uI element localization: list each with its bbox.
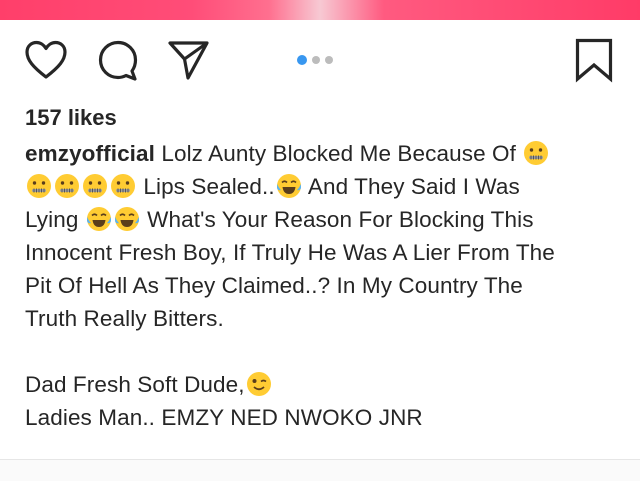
username-link[interactable]: emzyofficial (25, 141, 155, 166)
zipper-mouth-face-emoji (54, 173, 80, 199)
caption-text: And They Said I Was (302, 174, 520, 199)
heart-icon[interactable] (22, 36, 70, 84)
zipper-mouth-face-emoji (523, 140, 549, 166)
action-bar (0, 36, 640, 86)
caption-text: Ladies Man.. EMZY NED NWOKO JNR (25, 405, 423, 430)
caption-text: Lying (25, 207, 85, 232)
caption-text: Pit Of Hell As They Claimed..? In My Cou… (25, 273, 523, 298)
post-footer-divider (0, 459, 640, 481)
post-caption: emzyofficial Lolz Aunty Blocked Me Becau… (25, 137, 625, 434)
caption-text: Lips Sealed.. (137, 174, 275, 199)
zipper-mouth-face-emoji (26, 173, 52, 199)
post-photo[interactable] (0, 0, 640, 20)
caption-text: Truth Really Bitters. (25, 306, 224, 331)
tears-of-joy-emoji (114, 206, 140, 232)
bookmark-icon[interactable] (570, 36, 618, 84)
zipper-mouth-face-emoji (82, 173, 108, 199)
carousel-dot (312, 56, 320, 64)
caption-text: Lolz Aunty Blocked Me Because Of (155, 141, 523, 166)
tears-of-joy-emoji (86, 206, 112, 232)
likes-count[interactable]: 157 likes (25, 105, 117, 131)
instagram-post: 157 likes emzyofficial Lolz Aunty Blocke… (0, 0, 640, 481)
caption-text: Dad Fresh Soft Dude, (25, 372, 245, 397)
caption-text: What's Your Reason For Blocking This (140, 207, 534, 232)
carousel-dot (297, 55, 307, 65)
zipper-mouth-face-emoji (110, 173, 136, 199)
tears-of-joy-emoji (276, 173, 302, 199)
carousel-indicator (297, 54, 333, 66)
carousel-dot (325, 56, 333, 64)
paper-plane-icon[interactable] (164, 36, 212, 84)
winking-face-emoji (246, 371, 272, 397)
comment-bubble-icon[interactable] (94, 36, 142, 84)
caption-text: Innocent Fresh Boy, If Truly He Was A Li… (25, 240, 555, 265)
